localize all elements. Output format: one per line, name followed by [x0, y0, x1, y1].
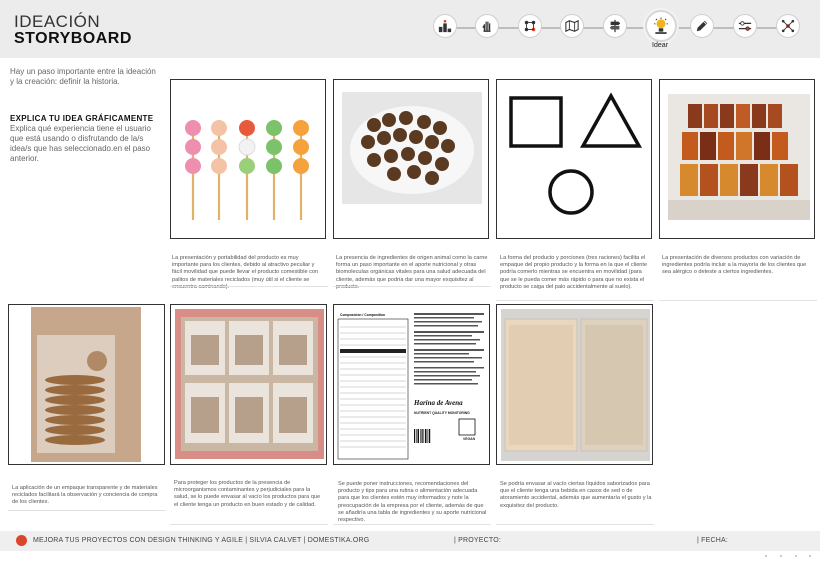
storyboard-frame-4[interactable] — [659, 79, 815, 239]
divider — [170, 524, 328, 525]
caption-6: Para proteger los productos de la presen… — [174, 480, 321, 508]
step-network[interactable] — [518, 14, 542, 38]
hand-icon — [482, 21, 491, 32]
header: IDEACIÓN STORYBOARD Idear — [0, 0, 820, 58]
gears-icon — [738, 21, 752, 31]
caption-3: La forma del producto y porciones (tres … — [500, 255, 648, 290]
nutrition-brand: Harina de Avena — [414, 399, 463, 407]
divider — [8, 510, 166, 511]
vacuum-packs-photo — [175, 309, 324, 459]
step-podium[interactable] — [433, 14, 457, 38]
divider — [333, 286, 491, 287]
divider — [496, 524, 654, 525]
network-icon — [524, 20, 536, 32]
step-hand[interactable] — [475, 14, 499, 38]
storyboard-frame-5[interactable] — [8, 304, 165, 465]
footer-credits: MEJORA TUS PROYECTOS CON DESIGN THINKING… — [33, 537, 370, 544]
storyboard-frame-3[interactable] — [496, 79, 652, 239]
step-gears[interactable] — [733, 14, 757, 38]
caption-4: La presentación de diversos productos co… — [662, 255, 807, 276]
hub-icon — [781, 19, 795, 33]
skewers-illustration — [185, 120, 309, 220]
intro-text: Hay un paso importante entre la ideación… — [10, 67, 156, 86]
step-pencil[interactable] — [690, 14, 714, 38]
cookies-bag-photo — [31, 307, 141, 462]
storyboard-frame-1[interactable] — [170, 79, 326, 239]
nutrition-code: VEGAN — [462, 437, 476, 441]
liquid-pouches-photo — [501, 309, 650, 461]
nutrition-subbrand: NUTRIENT QUALITY MONITORING — [414, 411, 470, 415]
divider — [496, 300, 654, 301]
brand-dots-icon — [765, 555, 811, 557]
project-label: | PROYECTO: — [454, 537, 502, 544]
footer-site-link[interactable]: DOMESTIKA.ORG — [308, 537, 370, 544]
footer: MEJORA TUS PROYECTOS CON DESIGN THINKING… — [0, 531, 820, 551]
map-icon — [565, 19, 579, 33]
product-bags-photo — [668, 94, 810, 220]
active-step-label: Idear — [652, 42, 668, 49]
caption-7: Se puede poner instrucciones, recomendac… — [338, 481, 487, 524]
divider — [333, 524, 491, 525]
step-hub[interactable] — [776, 14, 800, 38]
divider — [170, 286, 328, 287]
footer-slogan: MEJORA TUS PROYECTOS CON DESIGN THINKING… — [33, 537, 244, 544]
divider — [659, 300, 817, 301]
podium-icon — [438, 19, 452, 33]
storyboard-frame-7[interactable]: Composición / Composition Harina de Aven… — [333, 304, 490, 465]
section-subtext: Explica qué experiencia tiene el usuario… — [10, 124, 151, 163]
nutrition-label — [337, 313, 484, 460]
caption-8: Se podría envasar al vacío ciertas líqui… — [500, 481, 652, 509]
storyboard-frame-2[interactable] — [333, 79, 489, 239]
section-subtitle: EXPLICA TU IDEA GRÁFICAMENTE — [10, 114, 154, 123]
page-title-line1: IDEACIÓN — [14, 12, 101, 31]
page-title-line2: STORYBOARD — [14, 30, 132, 47]
footer-author: SILVIA CALVET — [249, 537, 302, 544]
pencil-icon — [696, 20, 708, 32]
step-map[interactable] — [560, 14, 584, 38]
domestika-logo-icon — [16, 535, 27, 546]
date-label: | FECHA: — [697, 537, 729, 544]
lightbulb-icon — [654, 17, 668, 34]
caption-5: La aplicación de un empaque transparente… — [12, 485, 158, 506]
storyboard-frame-8[interactable] — [496, 304, 653, 465]
step-lightbulb[interactable] — [645, 10, 677, 42]
meatballs-photo — [342, 92, 482, 204]
shapes-illustration — [509, 92, 642, 215]
step-signpost[interactable] — [603, 14, 627, 38]
storyboard-frame-6[interactable] — [170, 304, 327, 465]
signpost-icon — [609, 19, 621, 33]
